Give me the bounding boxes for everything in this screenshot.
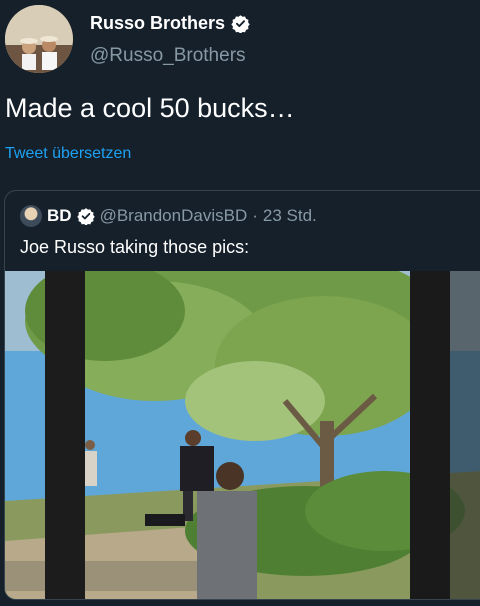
verified-badge-icon [231, 15, 250, 33]
quoted-tweet-header: BD @BrandonDavisBD · 23 Std. [20, 205, 317, 227]
profile-avatar[interactable] [5, 5, 73, 73]
tweet-header: Russo Brothers @Russo_Brothers [0, 0, 480, 80]
quoted-author-handle[interactable]: @BrandonDavisBD [100, 206, 248, 226]
translate-tweet-link[interactable]: Tweet übersetzen [5, 145, 131, 163]
quoted-author-avatar[interactable] [20, 205, 42, 227]
quoted-verified-badge-icon [76, 208, 95, 225]
quoted-tweet-photo[interactable] [5, 271, 480, 600]
quoted-timestamp[interactable]: 23 Std. [263, 206, 317, 226]
tweet-text: Made a cool 50 bucks… [5, 93, 295, 123]
author-handle[interactable]: @Russo_Brothers [90, 45, 246, 67]
author-name-row[interactable]: Russo Brothers [90, 13, 250, 34]
quoted-author-name[interactable]: BD [47, 206, 72, 226]
quoted-separator: · [252, 206, 258, 225]
quoted-tweet-text: Joe Russo taking those pics: [20, 237, 250, 257]
quoted-tweet-card[interactable]: BD @BrandonDavisBD · 23 Std. Joe Russo t… [4, 190, 480, 600]
avatar-photo [5, 5, 73, 73]
author-display-name[interactable]: Russo Brothers [90, 13, 225, 34]
